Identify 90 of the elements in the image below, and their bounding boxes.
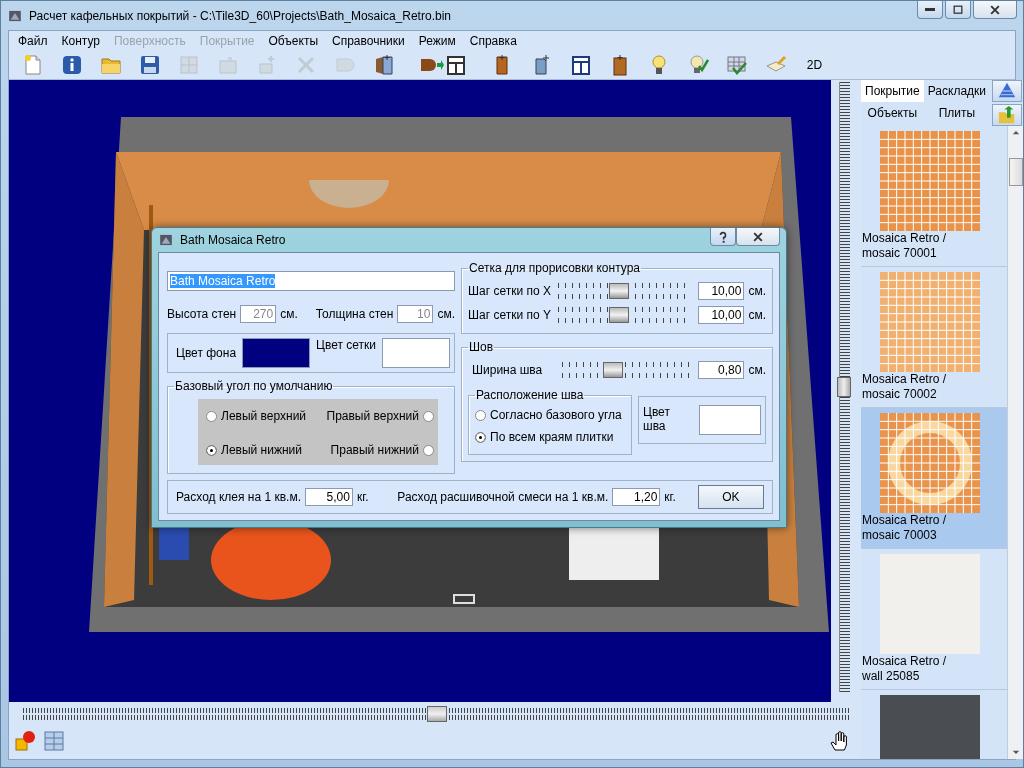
close-button[interactable] <box>736 228 780 246</box>
radio-button[interactable] <box>423 444 434 456</box>
minimize-icon <box>925 8 935 11</box>
grid-check-icon <box>725 54 748 76</box>
menu-item[interactable]: Справка <box>462 32 524 50</box>
radio-label[interactable]: Левый верхний <box>221 409 307 423</box>
radio-button[interactable] <box>206 444 217 456</box>
color-swatch[interactable] <box>382 338 450 368</box>
radio-label[interactable]: Согласно базового угла <box>490 408 622 422</box>
seam-width-field[interactable]: 0,80 <box>698 361 745 379</box>
group-title: Расположение шва <box>475 388 585 402</box>
slider-thumb[interactable] <box>427 706 447 722</box>
unit-label: кг. <box>356 490 369 504</box>
window-frame-icon <box>445 54 467 76</box>
slider-thumb[interactable] <box>837 377 851 397</box>
window-title: Расчет кафельных покрытий - C:\Tile3D_60\Projects\Bath_Mosaica_Retro.bin <box>29 8 451 23</box>
radio-label[interactable]: Правый верхний <box>326 409 419 423</box>
panel-tab[interactable]: Плиты <box>923 102 991 124</box>
minimize-button[interactable] <box>917 1 943 19</box>
tile-item[interactable]: Mosaica Retro / mosaic 70001 <box>861 126 1008 267</box>
tile-item[interactable]: Mosaica Retro / mosaic 70003 <box>861 408 1008 549</box>
folder-arrow-button[interactable] <box>992 104 1023 126</box>
grid-step-field[interactable]: 10,00 <box>698 282 745 300</box>
window-frame-icon <box>569 54 592 76</box>
tile-caption: Mosaica Retro / mosaic 70002 <box>862 372 948 402</box>
layers-button[interactable] <box>992 80 1023 102</box>
field-label: Цвет шва <box>643 405 671 433</box>
tile-caption: Mosaica Retro / mosaic 70001 <box>862 231 948 261</box>
view-mode-button[interactable]: 2D <box>795 51 834 79</box>
field-label: Расход клея на 1 кв.м. <box>176 490 301 504</box>
group-title: Шов <box>468 340 495 354</box>
scrollbar[interactable] <box>1007 126 1023 759</box>
grid-icon <box>43 730 65 752</box>
field-label: Высота стен <box>167 307 237 321</box>
dialog-title: Bath Mosaica Retro <box>180 233 286 247</box>
group-title: Базовый угол по умолчанию <box>174 379 334 393</box>
panel-tab[interactable]: Раскладки <box>923 80 991 102</box>
radio-label[interactable]: Правый нижний <box>330 443 419 457</box>
ok-button[interactable]: OK <box>697 485 764 509</box>
grid-step-field[interactable]: 10,00 <box>698 306 745 324</box>
field-label: Цвет фона <box>176 346 237 360</box>
field-label: Цвет сетки <box>316 338 376 352</box>
unit-label: см. <box>280 307 298 321</box>
menu-item[interactable]: Режим <box>411 32 463 50</box>
group-title: Сетка для прорисовки контура <box>468 261 642 275</box>
tile-item[interactable]: Mosaica Retro / mosaic 70002 <box>861 267 1008 408</box>
unit-label: см. <box>748 308 766 322</box>
menu-item[interactable]: Контур <box>54 32 107 50</box>
objects-button[interactable] <box>15 730 37 752</box>
radio-button[interactable] <box>423 410 434 422</box>
color-swatch[interactable] <box>242 338 311 368</box>
close-button[interactable] <box>973 1 1017 19</box>
info-icon <box>60 54 83 76</box>
slider-label: Шаг сетки по Y <box>468 308 552 322</box>
maximize-button[interactable] <box>945 1 971 19</box>
scrollbar-thumb[interactable] <box>1009 158 1023 186</box>
unit-label: кг. <box>664 490 676 504</box>
vertical-slider[interactable] <box>839 82 850 692</box>
radio-label[interactable]: Левый нижний <box>221 443 302 457</box>
radio-label[interactable]: По всем краям плитки <box>490 430 614 444</box>
menu-item[interactable]: Файл <box>11 32 55 50</box>
unit-label: см. <box>748 284 766 298</box>
glue-rate-field[interactable]: 5,00 <box>304 488 353 506</box>
slider-label: Шаг сетки по X <box>468 284 552 298</box>
slider-thumb[interactable] <box>609 307 630 323</box>
menu-item[interactable]: Объекты <box>261 32 326 50</box>
tile-caption: Mosaica Retro / wall 25085 <box>862 654 948 684</box>
menu-item[interactable]: Справочники <box>325 32 412 50</box>
panel-tab[interactable]: Покрытие <box>861 80 924 102</box>
slider-thumb[interactable] <box>609 283 630 299</box>
panel-tab[interactable]: Объекты <box>861 102 924 124</box>
tile-item[interactable]: Mosaica Retro / wall 25085 <box>861 549 1008 690</box>
unit-label: см. <box>748 363 766 377</box>
radio-button[interactable] <box>206 410 217 422</box>
unit-label: см. <box>437 307 455 321</box>
cube-sphere-icon <box>15 730 37 752</box>
tile-caption: Mosaica Retro / mosaic 70003 <box>862 513 948 543</box>
picture-icon <box>216 54 239 76</box>
field-label: Толщина стен <box>315 307 394 321</box>
help-button[interactable] <box>710 228 736 246</box>
color-swatch[interactable] <box>699 405 761 435</box>
field-label: Расход расшивочной смеси на 1 кв.м. <box>397 490 609 504</box>
app-icon <box>158 232 174 248</box>
tiles-button[interactable] <box>43 730 65 752</box>
radio-button[interactable] <box>475 431 486 443</box>
radio-button[interactable] <box>475 409 486 421</box>
slider-thumb[interactable] <box>603 362 624 378</box>
window-grid-icon <box>177 54 200 76</box>
grout-rate-field[interactable]: 1,20 <box>612 488 661 506</box>
slider-label: Ширина шва <box>471 363 544 377</box>
